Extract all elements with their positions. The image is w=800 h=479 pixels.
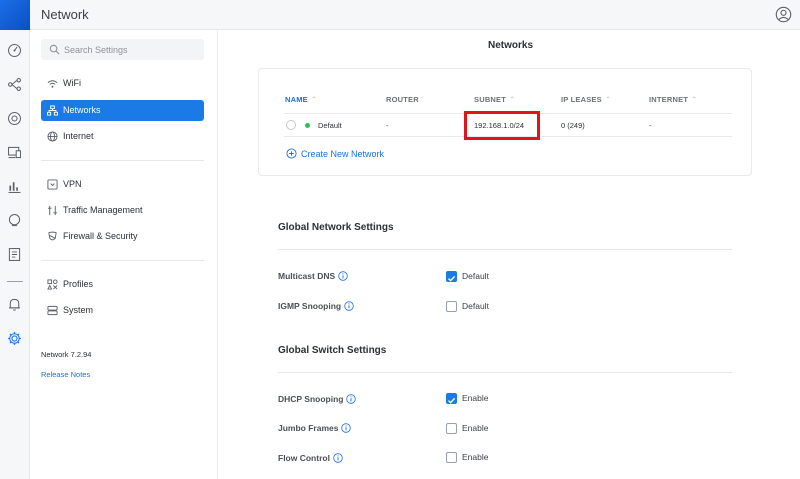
networks-table-card: NAME ⌃ ROUTER SUBNET ⌃ IP LEASES ⌃ INTERNET… bbox=[258, 68, 752, 176]
sort-icon: ⌃ bbox=[310, 95, 318, 104]
sidebar-item-label: WiFi bbox=[63, 78, 81, 88]
release-notes-link[interactable]: Release Notes bbox=[41, 370, 90, 379]
jumbo-frames-label: Jumbo Frames bbox=[278, 423, 352, 433]
sidebar-item-label: Networks bbox=[63, 105, 101, 115]
igmp-snooping-value: Default bbox=[462, 301, 489, 311]
sidebar-divider bbox=[41, 260, 204, 261]
multicast-dns-value: Default bbox=[462, 271, 489, 281]
global-switch-settings-title: Global Switch Settings bbox=[278, 345, 387, 356]
sidebar-item-label: System bbox=[63, 305, 94, 315]
cell-router: - bbox=[386, 121, 389, 130]
top-bar: Network bbox=[0, 0, 800, 30]
sort-icon: ⌃ bbox=[604, 95, 612, 104]
check-icon bbox=[448, 275, 456, 282]
app-title: Network bbox=[41, 7, 89, 22]
info-icon bbox=[333, 453, 343, 463]
wifi-icon bbox=[47, 80, 58, 88]
icon-rail bbox=[0, 30, 30, 479]
subnet-highlight-box bbox=[464, 111, 540, 140]
page-title: Networks bbox=[488, 40, 534, 51]
search-icon bbox=[49, 44, 60, 55]
column-header-ip-leases[interactable]: IP LEASES ⌃ bbox=[561, 95, 611, 104]
clients-icon[interactable] bbox=[6, 144, 23, 161]
sidebar-item-internet[interactable]: Internet bbox=[41, 126, 204, 147]
sort-icon: ⌃ bbox=[509, 95, 516, 104]
app-logo[interactable] bbox=[0, 0, 30, 30]
cell-internet: - bbox=[649, 121, 652, 130]
info-icon bbox=[341, 423, 352, 433]
profiles-icon bbox=[47, 279, 58, 290]
vpn-icon bbox=[47, 179, 58, 190]
insights-icon[interactable] bbox=[6, 212, 23, 229]
sidebar-item-label: VPN bbox=[63, 179, 82, 189]
igmp-snooping-checkbox[interactable] bbox=[446, 301, 457, 312]
sidebar-item-traffic-management[interactable]: Traffic Management bbox=[41, 200, 204, 221]
sidebar-item-label: Profiles bbox=[63, 279, 94, 289]
info-icon bbox=[338, 271, 348, 281]
sort-icon: ⌃ bbox=[691, 95, 698, 104]
sidebar-item-firewall-security[interactable]: Firewall & Security bbox=[41, 226, 204, 247]
flow-control-checkbox[interactable] bbox=[446, 452, 457, 463]
column-header-name[interactable]: NAME ⌃ bbox=[285, 95, 317, 104]
igmp-snooping-label: IGMP Snooping bbox=[278, 301, 354, 311]
multicast-dns-label: Multicast DNS bbox=[278, 271, 348, 281]
settings-sidebar: WiFi Networks Internet VPN Traffic Man bbox=[30, 30, 218, 479]
search-input[interactable] bbox=[64, 41, 199, 58]
sidebar-item-vpn[interactable]: VPN bbox=[41, 174, 204, 195]
traffic-icon bbox=[47, 205, 58, 216]
dashboard-icon[interactable] bbox=[6, 42, 23, 59]
search-box[interactable] bbox=[41, 39, 204, 60]
plus-circle-icon bbox=[286, 148, 297, 159]
create-network-label: Create New Network bbox=[301, 149, 385, 159]
sidebar-item-label: Firewall & Security bbox=[63, 231, 138, 241]
version-text: Network 7.2.94 bbox=[41, 350, 92, 359]
info-icon bbox=[346, 394, 357, 404]
cell-ip-leases: 0 (249) bbox=[561, 121, 585, 130]
sidebar-item-networks[interactable]: Networks bbox=[41, 100, 204, 121]
row-select-radio[interactable] bbox=[286, 120, 296, 130]
dhcp-snooping-label: DHCP Snooping bbox=[278, 394, 357, 404]
section-divider bbox=[278, 249, 732, 250]
flow-control-label: Flow Control bbox=[278, 453, 343, 463]
sidebar-item-profiles[interactable]: Profiles bbox=[41, 274, 204, 295]
statistics-icon[interactable] bbox=[6, 178, 23, 195]
sidebar-item-system[interactable]: System bbox=[41, 300, 204, 321]
global-network-settings-title: Global Network Settings bbox=[278, 222, 394, 233]
system-icon bbox=[47, 305, 58, 316]
check-icon bbox=[448, 397, 456, 404]
sidebar-item-label: Internet bbox=[63, 131, 94, 141]
column-header-internet[interactable]: INTERNET ⌃ bbox=[649, 95, 698, 104]
networks-icon bbox=[47, 105, 58, 116]
status-online-dot bbox=[305, 123, 310, 128]
settings-gear-icon[interactable] bbox=[6, 330, 23, 347]
logs-icon[interactable] bbox=[6, 246, 23, 263]
rail-divider bbox=[7, 281, 23, 282]
notifications-bell-icon[interactable] bbox=[6, 296, 23, 313]
section-divider bbox=[278, 372, 732, 373]
devices-icon[interactable] bbox=[6, 110, 23, 127]
dhcp-snooping-checkbox[interactable] bbox=[446, 393, 457, 404]
cell-name[interactable]: Default bbox=[318, 121, 342, 130]
globe-icon bbox=[47, 131, 58, 142]
info-icon bbox=[344, 301, 354, 311]
column-header-router[interactable]: ROUTER bbox=[386, 95, 419, 104]
shield-icon bbox=[48, 231, 57, 241]
topology-icon[interactable] bbox=[6, 76, 23, 93]
user-avatar-icon[interactable] bbox=[775, 6, 792, 23]
jumbo-frames-checkbox[interactable] bbox=[446, 423, 457, 434]
flow-control-value: Enable bbox=[462, 452, 489, 462]
sidebar-divider bbox=[41, 160, 204, 161]
jumbo-frames-value: Enable bbox=[462, 423, 489, 433]
multicast-dns-checkbox[interactable] bbox=[446, 271, 457, 282]
dhcp-snooping-value: Enable bbox=[462, 393, 489, 403]
sidebar-item-label: Traffic Management bbox=[63, 205, 143, 215]
sidebar-item-wifi[interactable]: WiFi bbox=[41, 73, 204, 94]
column-header-subnet[interactable]: SUBNET ⌃ bbox=[474, 95, 516, 104]
